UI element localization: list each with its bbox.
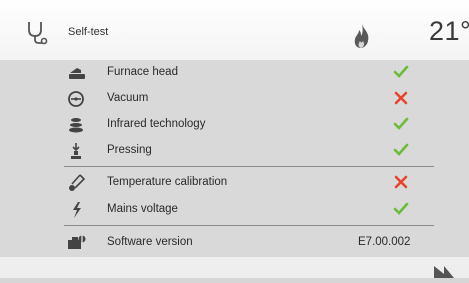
divider [64,225,434,226]
lightning-icon [67,201,87,219]
software-version-label: Software version [107,236,193,248]
vacuum-icon [67,90,87,108]
pressing-icon [67,142,87,160]
list-item-mains-voltage: Mains voltage [0,197,469,223]
header-bar: Self-test 21° [0,0,469,60]
software-version-value: E7.00.002 [358,236,411,248]
cross-icon [393,90,409,106]
list-item-pressing: Pressing [0,138,469,164]
temperature-readout: 21° [429,16,469,46]
page-title: Self-test [68,26,109,38]
test-label: Furnace head [107,66,178,78]
check-icon [393,201,409,217]
test-label: Pressing [107,144,152,156]
cross-icon [393,174,409,190]
check-icon [393,116,409,132]
software-icon [67,234,87,252]
list-item-vacuum: Vacuum [0,86,469,112]
self-test-list: Furnace head Vacuum Infrared technology [0,60,469,257]
infrared-icon [67,116,87,134]
list-item-temperature-calibration: Temperature calibration [0,170,469,196]
list-item-software-version: Software version E7.00.002 [0,230,469,256]
divider [64,166,434,167]
test-label: Mains voltage [107,203,178,215]
list-item-infrared: Infrared technology [0,112,469,138]
footer-bar [0,257,469,278]
check-icon [393,142,409,158]
next-arrow-icon[interactable] [430,264,469,278]
thermometer-icon [67,174,87,192]
list-item-furnace-head: Furnace head [0,60,469,86]
test-label: Temperature calibration [107,176,228,188]
test-label: Infrared technology [107,118,206,130]
check-icon [393,64,409,80]
test-label: Vacuum [107,92,149,104]
flame-icon [352,23,372,49]
stethoscope-icon [26,20,48,46]
furnace-head-icon [67,64,87,82]
